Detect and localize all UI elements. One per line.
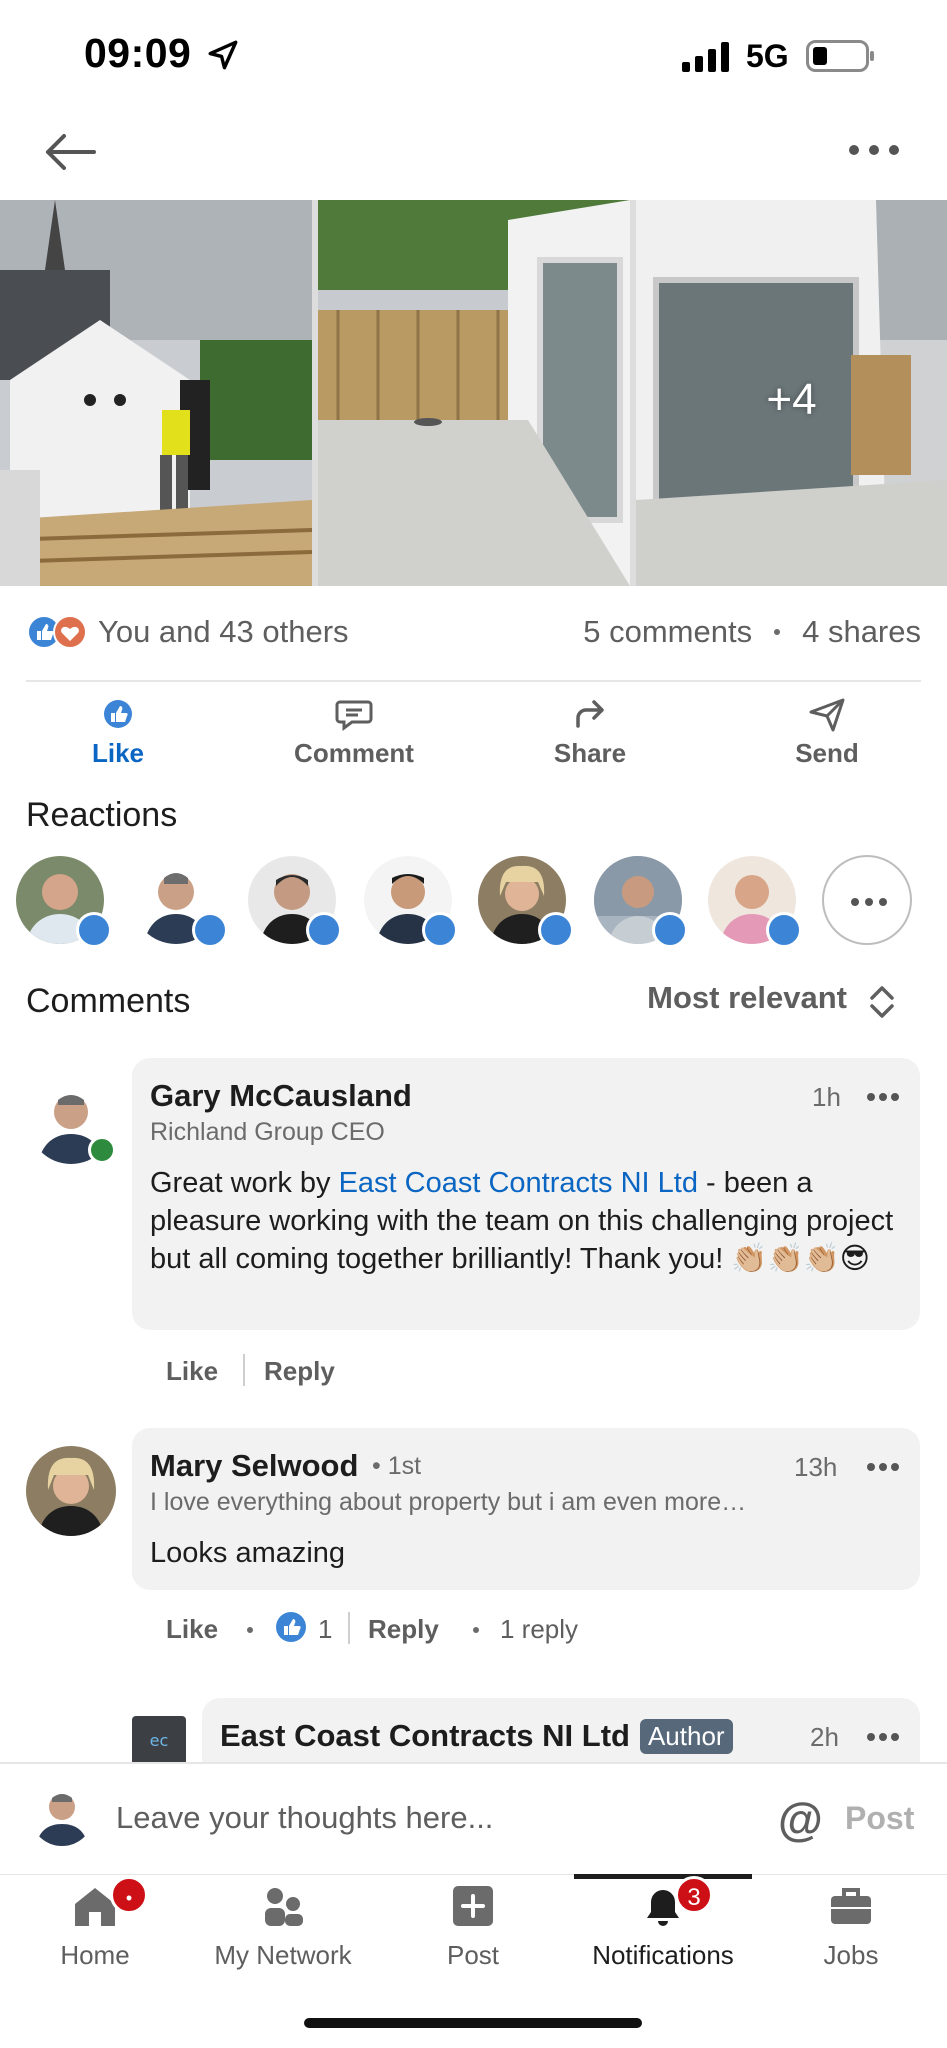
- notifications-badge: 3: [675, 1876, 713, 1914]
- author-badge: Author: [639, 1718, 733, 1754]
- comment-time: 2h: [810, 1722, 839, 1752]
- photo-3[interactable]: +4: [636, 200, 947, 586]
- comment-text: Great work by East Coast Contracts NI Lt…: [150, 1167, 894, 1275]
- home-indicator: [304, 2018, 642, 2028]
- network-type: 5G: [746, 38, 789, 74]
- tab-jobs[interactable]: Jobs: [761, 1880, 941, 1971]
- like-count-icon[interactable]: [274, 1610, 308, 1644]
- like-badge-icon: [192, 912, 228, 948]
- my-avatar[interactable]: [30, 1782, 94, 1846]
- online-status-icon: [88, 1136, 116, 1164]
- back-arrow-icon[interactable]: [40, 128, 100, 176]
- comment-like-count[interactable]: 1: [318, 1614, 332, 1645]
- comment-time: 1h: [812, 1082, 841, 1112]
- comment-icon: [335, 700, 373, 731]
- briefcase-icon: [831, 1888, 871, 1924]
- send-button[interactable]: Send: [737, 694, 917, 769]
- mention-link[interactable]: East Coast Contracts NI Ltd: [339, 1167, 698, 1199]
- commenter-avatar[interactable]: [26, 1446, 116, 1536]
- more-options-icon[interactable]: [866, 1731, 900, 1743]
- like-badge-icon: [76, 912, 112, 948]
- commenter-headline: I love everything about property but i a…: [150, 1488, 747, 1516]
- commenter-name[interactable]: East Coast Contracts NI Ltd: [220, 1718, 630, 1754]
- more-options-icon[interactable]: [866, 1461, 900, 1473]
- commenter-name[interactable]: Mary Selwood: [150, 1448, 358, 1484]
- tab-notifications[interactable]: Notifications: [573, 1880, 753, 1971]
- comments-count[interactable]: 5 comments: [583, 614, 752, 650]
- mention-button[interactable]: @: [778, 1792, 823, 1846]
- comment-text: Looks amazing: [150, 1537, 346, 1569]
- like-badge-icon: [306, 912, 342, 948]
- engagement-counts: 5 comments 4 shares: [583, 614, 921, 650]
- comment-reply-button[interactable]: Reply: [368, 1614, 439, 1645]
- tab-home[interactable]: Home: [5, 1880, 185, 1971]
- like-badge-icon: [766, 912, 802, 948]
- reactions-title: Reactions: [26, 796, 178, 834]
- photo-gallery[interactable]: +4: [0, 200, 947, 586]
- separator: [348, 1612, 350, 1644]
- shares-count[interactable]: 4 shares: [802, 614, 921, 650]
- share-button[interactable]: Share: [500, 694, 680, 769]
- connection-degree: • 1st: [372, 1452, 422, 1480]
- reply-count[interactable]: 1 reply: [500, 1614, 578, 1645]
- more-options-icon[interactable]: [848, 138, 900, 162]
- separator-dot: [473, 1627, 479, 1633]
- commenter-name[interactable]: Gary McCausland: [150, 1078, 412, 1114]
- sort-dropdown[interactable]: Most relevant: [647, 980, 847, 1016]
- more-icon: [851, 898, 887, 906]
- share-icon: [576, 700, 604, 728]
- home-badge: •: [110, 1876, 148, 1914]
- separator-dot: [774, 629, 781, 635]
- tab-post[interactable]: Post: [383, 1880, 563, 1971]
- comments-title: Comments: [26, 982, 191, 1020]
- comment-time: 13h: [794, 1452, 838, 1482]
- separator-dot: [247, 1627, 253, 1633]
- comment-input[interactable]: Leave your thoughts here...: [116, 1800, 493, 1836]
- status-time: 09:09: [84, 30, 192, 76]
- reaction-icons[interactable]: [26, 614, 88, 650]
- like-button[interactable]: Like: [28, 694, 208, 769]
- commenter-headline: Richland Group CEO: [150, 1118, 385, 1146]
- like-icon: [104, 700, 132, 728]
- more-reactions-button[interactable]: [822, 855, 912, 945]
- comment-reply-button[interactable]: Reply: [264, 1356, 335, 1387]
- photo-1[interactable]: [0, 200, 312, 586]
- sort-chevrons-icon[interactable]: [866, 982, 898, 1022]
- svg-text:ec: ec: [150, 1731, 169, 1750]
- photo-2[interactable]: [318, 200, 630, 586]
- signal-icon: [682, 42, 729, 72]
- active-tab-indicator: [574, 1874, 752, 1879]
- like-badge-icon: [538, 912, 574, 948]
- send-icon: [809, 698, 845, 732]
- comment-like-button[interactable]: Like: [166, 1356, 218, 1387]
- like-badge-icon: [422, 912, 458, 948]
- like-badge-icon: [652, 912, 688, 948]
- network-icon: [265, 1888, 303, 1926]
- post-icon: [453, 1886, 493, 1926]
- more-photos-count[interactable]: +4: [636, 200, 947, 424]
- likes-summary[interactable]: You and 43 others: [98, 614, 349, 650]
- separator: [243, 1354, 245, 1386]
- post-comment-button[interactable]: Post: [845, 1800, 914, 1837]
- comment-like-button[interactable]: Like: [166, 1614, 218, 1645]
- comment-bubble: Mary Selwood • 1st 13h I love everything…: [132, 1428, 920, 1590]
- tab-my-network[interactable]: My Network: [193, 1880, 373, 1971]
- location-arrow-icon: [208, 40, 238, 70]
- more-options-icon[interactable]: [866, 1091, 900, 1103]
- battery-icon: [806, 40, 874, 72]
- comment-bubble: Gary McCausland 1h Richland Group CEO Gr…: [132, 1058, 920, 1330]
- commenter-name-row: East Coast Contracts NI Ltd Author: [220, 1718, 733, 1754]
- divider: [26, 680, 921, 682]
- comment-button[interactable]: Comment: [264, 694, 444, 769]
